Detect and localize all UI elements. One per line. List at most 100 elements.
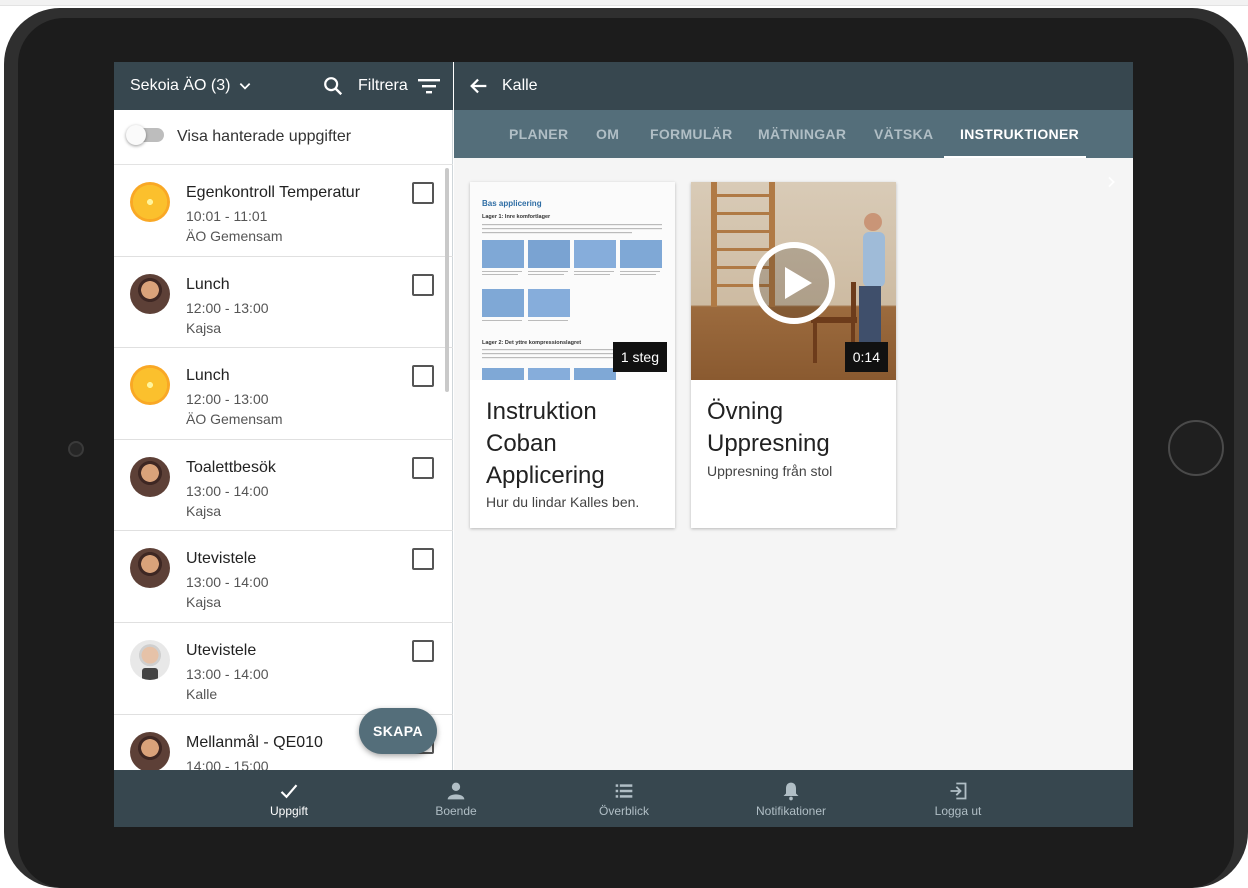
task-time: 13:00 - 14:00 xyxy=(186,665,269,682)
app-screen: Sekoia ÄO (3) Filtrera Visa hanterade up… xyxy=(114,62,1133,827)
task-title: Mellanmål - QE010 xyxy=(186,733,323,751)
task-title: Toalettbesök xyxy=(186,458,276,476)
handled-tasks-toggle[interactable] xyxy=(126,125,164,145)
list-icon xyxy=(615,784,633,798)
flower-avatar xyxy=(130,365,170,406)
card-subtitle: Uppresning från stol xyxy=(707,463,833,479)
video-thumbnail: 0:14 xyxy=(691,182,896,380)
task-time: 12:00 - 13:00 xyxy=(186,299,269,316)
task-resident: ÄO Gemensam xyxy=(186,411,283,428)
tab-matningar[interactable]: MÄTNINGAR xyxy=(758,110,846,158)
chevron-right-icon[interactable] xyxy=(1103,174,1119,190)
tab-formular[interactable]: FORMULÄR xyxy=(650,110,733,158)
chevron-down-icon xyxy=(240,83,251,90)
doc-layer2-heading: Lager 2: Det yttre kompressionslagret xyxy=(482,340,581,346)
task-resident: ÄO Gemensam xyxy=(186,228,283,244)
nav-label: Logga ut xyxy=(934,804,982,818)
steps-badge: 1 steg xyxy=(612,342,667,372)
filter-label: Filtrera xyxy=(358,77,408,94)
task-row[interactable]: Lunch 12:00 - 13:00 Kajsa xyxy=(114,257,453,349)
resident-pane: Kalle PLANER OM FORMULÄR MÄTNINGAR VÄTSK… xyxy=(454,62,1133,770)
task-title: Lunch xyxy=(186,275,230,293)
create-button[interactable]: SKAPA xyxy=(359,708,437,754)
person-avatar xyxy=(130,273,170,314)
nav-label: Notifikationer xyxy=(755,804,827,818)
logout-icon xyxy=(950,782,967,800)
task-row[interactable]: Egenkontroll Temperatur 10:01 - 11:01 ÄO… xyxy=(114,165,453,257)
check-icon xyxy=(280,784,298,799)
task-row[interactable]: Lunch 12:00 - 13:00 ÄO Gemensam xyxy=(114,348,453,440)
task-resident: Kajsa xyxy=(186,502,222,519)
task-checkbox[interactable] xyxy=(412,365,434,388)
bell-icon xyxy=(783,782,799,801)
arrow-back-icon[interactable] xyxy=(468,75,490,97)
tab-om[interactable]: OM xyxy=(596,110,619,158)
play-icon[interactable] xyxy=(752,241,836,325)
flower-avatar xyxy=(130,182,170,222)
handled-tasks-toggle-label: Visa hanterade uppgifter xyxy=(177,128,352,145)
person-avatar xyxy=(130,456,170,497)
task-title: Egenkontroll Temperatur xyxy=(186,184,361,201)
card-title: Instruktion Coban Applicering xyxy=(486,398,605,489)
toggle-knob xyxy=(126,125,146,145)
camera-icon xyxy=(68,441,84,457)
document-thumbnail: Bas applicering Lager 1: Inre komfortlag… xyxy=(470,182,675,380)
task-pane-header: Sekoia ÄO (3) Filtrera xyxy=(114,62,453,110)
task-resident: Kalle xyxy=(186,685,218,702)
task-title: Lunch xyxy=(186,367,230,385)
nav-label: Uppgift xyxy=(269,804,309,818)
task-list-scrollbar[interactable] xyxy=(445,168,449,392)
filter-button[interactable]: Filtrera xyxy=(358,62,440,110)
task-checkbox[interactable] xyxy=(412,456,434,479)
unit-selector-label: Sekoia ÄO (3) xyxy=(130,77,231,94)
filter-icon xyxy=(417,79,440,94)
resident-name: Kalle xyxy=(502,77,538,94)
task-resident: Kajsa xyxy=(186,594,222,611)
nav-label: Överblick xyxy=(598,804,649,818)
card-subtitle: Hur du lindar Kalles ben. xyxy=(486,494,640,510)
task-row[interactable]: Utevistele 13:00 - 14:00 Kalle xyxy=(114,623,453,715)
nav-boende[interactable]: Boende xyxy=(401,770,511,827)
browser-top-edge xyxy=(0,0,1248,6)
active-tab-indicator xyxy=(944,156,1086,158)
nav-label: Boende xyxy=(435,804,477,818)
instruction-card[interactable]: Bas applicering Lager 1: Inre komfortlag… xyxy=(470,182,675,528)
task-row[interactable]: Toalettbesök 13:00 - 14:00 Kajsa xyxy=(114,440,453,532)
tab-instruktioner[interactable]: INSTRUKTIONER xyxy=(960,110,1079,158)
bottom-navigation: Uppgift Boende Överblick Notifikationer … xyxy=(114,770,1133,827)
task-list: Egenkontroll Temperatur 10:01 - 11:01 ÄO… xyxy=(114,165,453,770)
video-duration-badge: 0:14 xyxy=(844,342,888,372)
task-pane: Sekoia ÄO (3) Filtrera Visa hanterade up… xyxy=(114,62,453,770)
instruction-card[interactable]: 0:14 Övning Uppresning Uppresning från s… xyxy=(691,182,896,528)
task-time: 14:00 - 15:00 xyxy=(186,757,269,770)
nav-logga-ut[interactable]: Logga ut xyxy=(903,770,1013,827)
nav-notifikationer[interactable]: Notifikationer xyxy=(736,770,846,827)
resident-tabs: PLANER OM FORMULÄR MÄTNINGAR VÄTSKA INST… xyxy=(454,110,1133,188)
task-title: Utevistele xyxy=(186,550,257,568)
search-icon[interactable] xyxy=(322,75,344,97)
doc-heading: Bas applicering xyxy=(482,199,542,208)
task-title: Utevistele xyxy=(186,641,257,659)
task-checkbox[interactable] xyxy=(412,639,434,662)
tab-vatska[interactable]: VÄTSKA xyxy=(874,110,933,158)
unit-selector[interactable]: Sekoia ÄO (3) xyxy=(130,62,252,110)
task-row[interactable]: Utevistele 13:00 - 14:00 Kajsa xyxy=(114,531,453,623)
task-time: 13:00 - 14:00 xyxy=(186,482,269,499)
task-time: 10:01 - 11:01 xyxy=(186,208,268,224)
person-avatar xyxy=(130,731,170,770)
person-avatar xyxy=(130,548,170,589)
task-checkbox[interactable] xyxy=(412,548,434,571)
task-checkbox[interactable] xyxy=(412,273,434,296)
task-checkbox[interactable] xyxy=(412,182,434,204)
person-icon xyxy=(447,782,465,800)
home-button[interactable] xyxy=(1168,420,1224,476)
task-time: 12:00 - 13:00 xyxy=(186,391,269,408)
resident-header: Kalle xyxy=(454,62,1133,110)
nav-uppgift[interactable]: Uppgift xyxy=(234,770,344,827)
handled-tasks-toggle-row: Visa hanterade uppgifter xyxy=(114,110,453,165)
nav-overblick[interactable]: Överblick xyxy=(569,770,679,827)
person-avatar xyxy=(130,639,170,680)
tab-planer[interactable]: PLANER xyxy=(509,110,568,158)
doc-layer1-heading: Lager 1: Inre komfortlager xyxy=(482,214,551,220)
card-title: Övning Uppresning xyxy=(707,398,830,457)
